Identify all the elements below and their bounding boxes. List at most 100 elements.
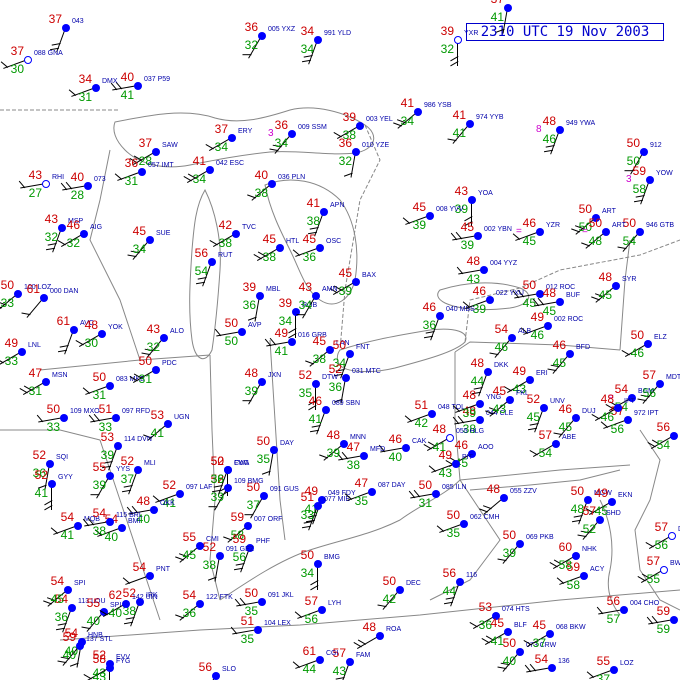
pressure-and-station-id: BAX: [362, 272, 377, 279]
temperature-value: 45: [412, 200, 426, 214]
sky-cover-symbol: [476, 400, 484, 408]
sky-cover-symbol: [42, 378, 50, 386]
pressure-and-station-id: BFD: [576, 344, 590, 351]
pressure-and-station-id: AVP: [248, 322, 262, 329]
pressure-and-station-id: PDC: [162, 360, 177, 367]
dewpoint-value: 40: [502, 654, 516, 668]
temperature-value: 46: [454, 438, 468, 452]
dewpoint-value: 44: [442, 584, 456, 598]
temperature-value: 46: [388, 432, 402, 446]
temperature-value: 61: [56, 314, 70, 328]
dewpoint-value: 43: [332, 664, 346, 678]
sky-cover-symbol: [196, 600, 204, 608]
dewpoint-value: 50: [224, 334, 238, 348]
sky-cover-symbol: [670, 616, 678, 624]
present-weather-symbol: 3: [626, 174, 632, 185]
sky-cover-symbol: [602, 228, 610, 236]
dewpoint-value: 44: [302, 662, 316, 676]
temperature-value: 52: [298, 368, 312, 382]
temperature-value: 51: [414, 398, 428, 412]
temperature-value: 57: [304, 594, 318, 608]
temperature-value: 45: [312, 334, 326, 348]
temperature-value: 57: [538, 428, 552, 442]
sky-cover-symbol: [340, 440, 348, 448]
pressure-and-station-id: 087 DAY: [378, 482, 406, 489]
dewpoint-value: 37: [596, 672, 610, 680]
temperature-value: 50: [224, 316, 238, 330]
sky-cover-symbol: [74, 522, 82, 530]
pressure-and-station-id: 115 BRL: [116, 512, 143, 519]
temperature-value: 54: [132, 560, 146, 574]
temperature-value: 40: [120, 70, 134, 84]
pressure-and-station-id: 009 SSM: [298, 124, 327, 131]
dewpoint-value: 31: [124, 174, 138, 188]
temperature-value: 39: [278, 296, 292, 310]
sky-cover-symbol: [620, 606, 628, 614]
pressure-and-station-id: 949 YWA: [566, 120, 596, 127]
temperature-value: 48: [598, 270, 612, 284]
temperature-value: 45: [492, 384, 506, 398]
pressure-and-station-id: BUF: [566, 292, 580, 299]
temperature-value: 46: [472, 284, 486, 298]
pressure-and-station-id: 114 DVN: [124, 436, 152, 443]
sky-cover-symbol: [106, 472, 114, 480]
pressure-and-station-id: RHI: [52, 174, 65, 181]
pressure-and-station-id: MFD: [370, 446, 386, 453]
pressure-and-station-id: YXR: [464, 30, 479, 37]
sky-cover-symbol: [670, 432, 678, 440]
temperature-value: 45: [262, 232, 276, 246]
sky-cover-symbol: [610, 666, 618, 674]
pressure-and-station-id: HTL: [286, 238, 300, 245]
temperature-value: 41: [400, 96, 414, 110]
surface-station-map: 2310 UTC 19 Nov 2003 3704337413932YXR363…: [0, 0, 680, 680]
temperature-value: 56: [656, 420, 670, 434]
temperature-value: 54: [50, 574, 64, 588]
sky-cover-symbol: [238, 328, 246, 336]
pressure-and-station-id: SUE: [156, 230, 171, 237]
pressure-and-station-id: CVG: [234, 460, 250, 467]
sky-cover-symbol: [342, 374, 350, 382]
temperature-value: 56: [194, 246, 208, 260]
dewpoint-value: 56: [654, 538, 668, 552]
temperature-value: 54: [534, 652, 548, 666]
dewpoint-value: 32: [44, 230, 58, 244]
temperature-value: 40: [70, 170, 84, 184]
temperature-value: 56: [606, 594, 620, 608]
pressure-and-station-id: 003 YEL: [366, 116, 393, 123]
state-border-ny-vt: [619, 239, 631, 351]
sky-cover-symbol: [360, 452, 368, 460]
dewpoint-value: 34: [192, 172, 206, 186]
pressure-and-station-id: ART: [602, 208, 616, 215]
sky-cover-symbol: [114, 442, 122, 450]
sky-cover-symbol: [580, 572, 588, 580]
temperature-value: 45: [532, 618, 546, 632]
sky-cover-symbol: [466, 120, 474, 128]
pressure-and-station-id: ELZ: [654, 334, 667, 341]
pressure-and-station-id: ALO: [170, 328, 185, 335]
pressure-and-station-id: ART: [612, 222, 626, 229]
temperature-value: 50: [502, 636, 516, 650]
pressure-and-station-id: 000 DAN: [50, 288, 79, 295]
pressure-and-station-id: LOZ: [620, 660, 634, 667]
wind-barb-feather: [242, 54, 252, 56]
temperature-value: 43: [454, 184, 468, 198]
sky-cover-symbol: [276, 244, 284, 252]
dewpoint-value: 48: [588, 234, 602, 248]
sky-cover-symbol: [346, 350, 354, 358]
temperature-value: 36: [338, 136, 352, 150]
sky-cover-symbol: [152, 366, 160, 374]
dewpoint-value: 34: [274, 136, 288, 150]
dewpoint-value: 46: [494, 340, 508, 354]
dewpoint-value: 31: [28, 384, 42, 398]
sky-cover-symbol: [152, 148, 160, 156]
pressure-and-station-id: 043: [72, 18, 84, 25]
wind-barb-feather: [208, 506, 218, 508]
pressure-and-station-id: BLF: [514, 622, 527, 629]
temperature-value: 57: [642, 368, 656, 382]
pressure-and-station-id: 068 BKW: [556, 624, 586, 631]
temperature-value: 50: [138, 354, 152, 368]
temperature-value: 34: [78, 72, 92, 86]
sky-cover-symbol: [146, 572, 154, 580]
sky-cover-symbol: [40, 294, 48, 302]
sky-cover-symbol: [656, 380, 664, 388]
